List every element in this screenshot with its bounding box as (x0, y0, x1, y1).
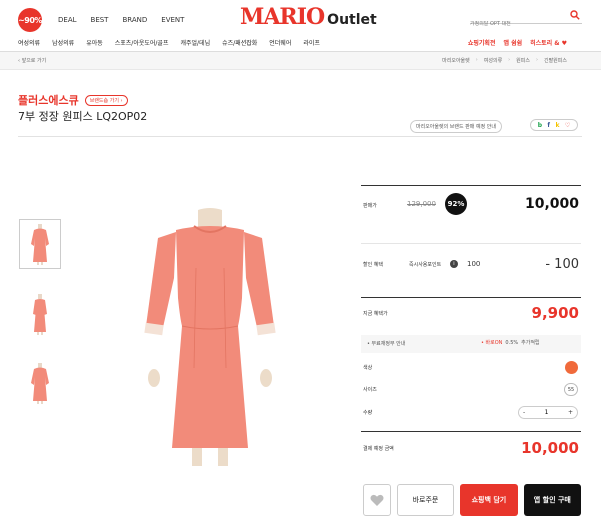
top-nav: DEAL BEST BRAND EVENT (58, 16, 184, 24)
shipping-bar: • 무료재정부 안내 • 바로ON 0.5% 추가적립 (361, 335, 581, 353)
brand-shop-button[interactable]: 브랜드숍 가기 › (84, 94, 128, 106)
thumbnail-side[interactable] (19, 289, 61, 339)
add-to-cart-button[interactable]: 쇼핑백 담기 (460, 484, 518, 516)
product-main-image (144, 208, 276, 466)
link-history[interactable]: 히스토리 & ♥ (530, 38, 567, 47)
discount-rate-badge: 92% (445, 193, 467, 215)
size-option[interactable]: 55 (564, 383, 578, 396)
kakao-share-icon[interactable]: k (555, 122, 559, 129)
point-prefix: • 바로ON (481, 340, 503, 346)
discount-row: 할인 혜택 즉시사용포인트 i 100 - 100 (361, 243, 581, 281)
discount-amount: - 100 (545, 257, 579, 272)
blog-share-icon[interactable]: b (538, 122, 542, 129)
sale-notice-link[interactable]: 마리오아울렛의 브랜드 판매 예정 안내 (410, 120, 502, 133)
top-bar: ~90% DEAL BEST BRAND EVENT MARIO Outlet (0, 0, 601, 34)
discount-name: 즉시사용포인트 (409, 262, 442, 268)
category-right-links: 쇼핑기획전 앱 쉼쉼 히스토리 & ♥ (468, 38, 567, 47)
product-title: 7부 정장 원피스 LQ2OP02 (18, 110, 148, 123)
logo-mario: MARIO (240, 4, 325, 30)
category-item[interactable]: 스포츠/아웃도어/골프 (115, 38, 169, 47)
quantity-row: 수량 - + (361, 404, 581, 424)
breadcrumb-separator: › (535, 57, 538, 63)
price-row: 판매가 129,000 92% 10,000 (361, 185, 581, 223)
nav-best[interactable]: BEST (91, 16, 109, 24)
facebook-share-icon[interactable]: f (547, 122, 550, 129)
quantity-stepper: - + (518, 406, 578, 419)
category-item[interactable]: 유아동 (86, 38, 103, 47)
dress-thumbnail-icon (31, 363, 49, 404)
title-divider (18, 136, 582, 137)
wishlist-heart-icon[interactable]: ♡ (565, 122, 570, 129)
total-label: 결제 예정 금액 (363, 446, 394, 452)
category-item[interactable]: 슈즈/패션잡화 (222, 38, 257, 47)
discount-label: 할인 혜택 (363, 262, 383, 268)
shipping-label[interactable]: • 무료재정부 안내 (367, 340, 405, 347)
link-exhibition[interactable]: 쇼핑기획전 (468, 38, 496, 47)
sale-badge[interactable]: ~90% (18, 8, 42, 32)
category-item[interactable]: 언더웨어 (269, 38, 291, 47)
discount-value: 100 (467, 260, 481, 268)
dress-thumbnail-icon (31, 224, 49, 265)
breadcrumb: 마리오아울렛 › 여성의류 › 원피스 › 긴팔원피스 (442, 57, 567, 64)
logo-outlet: Outlet (327, 12, 377, 28)
brand-row: 플러스에스큐 브랜드숍 가기 › (18, 92, 128, 108)
sale-price: 10,000 (524, 196, 579, 212)
quantity-plus-button[interactable]: + (568, 409, 573, 416)
color-swatch[interactable] (565, 361, 578, 374)
info-icon[interactable]: i (450, 260, 458, 268)
breadcrumb-item[interactable]: 여성의류 (484, 57, 502, 64)
share-bar: b f k ♡ (530, 119, 578, 131)
breadcrumb-item[interactable]: 긴팔원피스 (544, 57, 567, 64)
original-price: 129,000 (407, 200, 436, 208)
search-box (470, 10, 582, 27)
thumbnail-front[interactable] (19, 219, 61, 269)
benefit-price-label: 지금 혜택가 (363, 311, 388, 317)
buy-now-button[interactable]: 바로주문 (396, 484, 455, 516)
total-row: 결제 예정 금액 10,000 (361, 431, 581, 461)
size-label: 사이즈 (363, 387, 377, 393)
breadcrumb-separator: › (508, 57, 511, 63)
action-buttons: 바로주문 쇼핑백 담기 앱 할인 구매 (363, 484, 582, 516)
nav-brand[interactable]: BRAND (122, 16, 147, 24)
back-link[interactable]: ‹ 앞으로 가기 (18, 57, 46, 64)
search-icon[interactable] (570, 10, 580, 20)
breadcrumb-item[interactable]: 마리오아울렛 (442, 57, 470, 64)
link-app[interactable]: 앱 쉼쉼 (503, 38, 522, 47)
point-suffix: 추가적립 (521, 340, 540, 346)
nav-deal[interactable]: DEAL (58, 16, 77, 24)
brand-name[interactable]: 플러스에스큐 (18, 92, 79, 108)
breadcrumb-separator: › (475, 57, 478, 63)
site-logo[interactable]: MARIO Outlet (240, 4, 377, 30)
color-option-row: 색상 (361, 359, 581, 379)
category-item[interactable]: 캐주얼/데님 (180, 38, 210, 47)
benefit-price-row: 지금 혜택가 9,900 (361, 297, 581, 327)
quantity-minus-button[interactable]: - (523, 409, 525, 416)
point-info: • 바로ON 0.5% 추가적립 (481, 339, 540, 347)
app-discount-buy-button[interactable]: 앱 할인 구매 (523, 484, 582, 516)
point-rate: 0.5% (505, 339, 519, 346)
benefit-price: 9,900 (531, 304, 579, 322)
quantity-label: 수량 (363, 410, 373, 416)
breadcrumb-item[interactable]: 원피스 (516, 57, 530, 64)
category-nav: 여성의류 남성의류 유아동 스포츠/아웃도어/골프 캐주얼/데님 슈즈/패션잡화… (0, 34, 601, 52)
thumbnail-back[interactable] (19, 358, 61, 408)
sale-price-label: 판매가 (363, 203, 377, 209)
dress-thumbnail-icon (33, 294, 47, 335)
category-list: 여성의류 남성의류 유아동 스포츠/아웃도어/골프 캐주얼/데님 슈즈/패션잡화… (18, 38, 320, 47)
heart-icon (370, 494, 384, 506)
category-item[interactable]: 라이프 (303, 38, 320, 47)
category-item[interactable]: 여성의류 (18, 38, 40, 47)
quantity-input[interactable] (536, 409, 557, 416)
wishlist-button[interactable] (363, 484, 391, 516)
breadcrumb-row: ‹ 앞으로 가기 마리오아울렛 › 여성의류 › 원피스 › 긴팔원피스 (0, 52, 601, 70)
search-input[interactable] (470, 21, 562, 27)
nav-event[interactable]: EVENT (161, 16, 184, 24)
total-price: 10,000 (521, 439, 579, 457)
size-option-row: 사이즈 55 (361, 381, 581, 401)
color-label: 색상 (363, 365, 373, 371)
category-item[interactable]: 남성의류 (52, 38, 74, 47)
